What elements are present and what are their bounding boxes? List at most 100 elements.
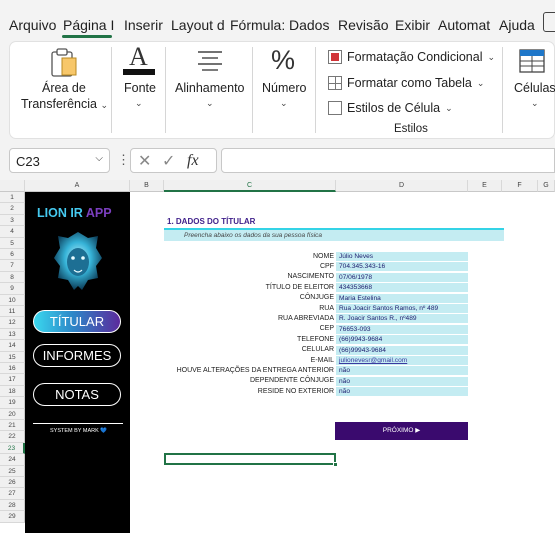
- field-value[interactable]: 76653-093: [336, 324, 468, 334]
- row-header-17[interactable]: 17: [0, 374, 25, 386]
- chevron-down-icon: ⌄: [280, 98, 288, 108]
- row-header-1[interactable]: 1: [0, 192, 25, 204]
- field-value[interactable]: não: [336, 387, 468, 397]
- field-value[interactable]: 704.345.343-16: [336, 262, 468, 272]
- ribbon-separator: [315, 47, 316, 133]
- cell-styles-button[interactable]: Estilos de Célula ⌄: [328, 101, 453, 115]
- row-header-4[interactable]: 4: [0, 226, 25, 238]
- row-header-21[interactable]: 21: [0, 420, 25, 432]
- field-value[interactable]: julionevesr@gmail.com: [336, 356, 468, 365]
- row-header-15[interactable]: 15: [0, 351, 25, 363]
- cancel-icon[interactable]: ✕: [138, 151, 151, 171]
- nav-informes-button[interactable]: INFORMES: [33, 344, 121, 367]
- tab-inserir[interactable]: Inserir: [124, 17, 163, 33]
- row-header-6[interactable]: 6: [0, 249, 25, 261]
- row-header-29[interactable]: 29: [0, 511, 25, 523]
- row-header-16[interactable]: 16: [0, 363, 25, 375]
- select-all-corner[interactable]: [0, 180, 25, 192]
- ribbon-tab-bar: Arquivo Página I Inserir Layout d Fórmul…: [0, 0, 555, 40]
- format-as-table-button[interactable]: Formatar como Tabela ⌄: [328, 76, 484, 90]
- tab-automatizar[interactable]: Automat: [438, 17, 490, 33]
- fill-handle[interactable]: [333, 462, 338, 467]
- field-label: RESIDE NO EXTERIOR: [257, 387, 334, 395]
- conditional-formatting-button[interactable]: Formatação Condicional ⌄: [328, 50, 495, 64]
- field-label: CELULAR: [301, 346, 334, 354]
- tab-revisao[interactable]: Revisão: [338, 17, 389, 33]
- next-button[interactable]: PRÓXIMO ▶: [335, 422, 468, 440]
- row-header-13[interactable]: 13: [0, 328, 25, 341]
- row-header-5[interactable]: 5: [0, 237, 25, 249]
- row-header-9[interactable]: 9: [0, 283, 25, 295]
- column-header-d[interactable]: D: [336, 180, 468, 192]
- field-value[interactable]: Júlio Neves: [336, 252, 468, 261]
- chevron-down-icon: ⌄: [476, 77, 485, 88]
- tab-formulas[interactable]: Fórmula:: [230, 17, 285, 33]
- row-header-22[interactable]: 22: [0, 431, 25, 443]
- row-header-19[interactable]: 19: [0, 397, 25, 409]
- divider: [33, 423, 123, 424]
- field-value[interactable]: não: [336, 366, 468, 376]
- conditional-formatting-label: Formatação Condicional: [347, 50, 483, 64]
- row-header-10[interactable]: 10: [0, 294, 25, 306]
- row-header-2[interactable]: 2: [0, 203, 25, 215]
- tab-ajuda[interactable]: Ajuda: [499, 17, 535, 33]
- row-header-26[interactable]: 26: [0, 477, 25, 489]
- nav-notas-button[interactable]: NOTAS: [33, 383, 121, 406]
- row-header-14[interactable]: 14: [0, 340, 25, 352]
- font-color-bar: [123, 69, 155, 75]
- row-header-18[interactable]: 18: [0, 385, 25, 398]
- formula-input[interactable]: [221, 148, 555, 173]
- field-value[interactable]: (66)99943-9684: [336, 345, 468, 355]
- row-header-3[interactable]: 3: [0, 214, 25, 227]
- row-header-25[interactable]: 25: [0, 465, 25, 477]
- insert-function-icon[interactable]: fx: [187, 152, 199, 170]
- row-header-28[interactable]: 28: [0, 499, 25, 512]
- tab-pagina-inicial[interactable]: Página I: [63, 17, 114, 33]
- tab-dados[interactable]: Dados: [289, 17, 329, 33]
- name-box[interactable]: C23 ⌵: [9, 148, 110, 173]
- formula-buttons: ✕ ✓ fx: [130, 148, 217, 173]
- section-subtitle: Preencha abaixo os dados da sua pessoa f…: [164, 230, 504, 241]
- row-header-8[interactable]: 8: [0, 271, 25, 284]
- chevron-down-icon[interactable]: ⌵: [95, 153, 103, 164]
- ribbon-separator: [252, 47, 253, 133]
- nav-titular-button[interactable]: TÍTULAR: [33, 310, 121, 333]
- system-credit: SYSTEM BY MARK 💙: [50, 428, 108, 434]
- tab-arquivo[interactable]: Arquivo: [9, 17, 56, 33]
- section-title: 1. DADOS DO TÍTULAR: [167, 217, 256, 226]
- column-header-c[interactable]: C: [164, 180, 336, 192]
- comments-icon[interactable]: [543, 12, 555, 32]
- row-header-27[interactable]: 27: [0, 488, 25, 500]
- row-header-23[interactable]: 23: [0, 442, 25, 455]
- ribbon-separator: [502, 47, 503, 133]
- more-options-icon[interactable]: ⋮: [117, 152, 130, 168]
- column-header-g[interactable]: G: [538, 180, 555, 192]
- selected-cell[interactable]: [164, 453, 336, 465]
- ribbon-separator: [111, 47, 112, 133]
- row-header-12[interactable]: 12: [0, 317, 25, 329]
- field-value[interactable]: não: [336, 376, 468, 386]
- column-header-a[interactable]: A: [25, 180, 130, 192]
- row-header-7[interactable]: 7: [0, 260, 25, 272]
- field-value[interactable]: Rua Joacir Santos Ramos, nº 489: [336, 304, 468, 313]
- enter-icon[interactable]: ✓: [162, 151, 175, 171]
- row-header-24[interactable]: 24: [0, 454, 25, 466]
- field-label: NOME: [313, 252, 334, 260]
- ribbon-separator: [165, 47, 166, 133]
- column-header-f[interactable]: F: [502, 180, 538, 192]
- field-label: TÍTULO DE ELEITOR: [265, 283, 334, 291]
- field-value[interactable]: 07/06/1978: [336, 272, 468, 282]
- field-value[interactable]: Maria Estelina: [336, 293, 468, 303]
- styles-group-label: Estilos: [394, 123, 428, 135]
- row-header-11[interactable]: 11: [0, 306, 25, 318]
- chevron-down-icon: ⌄: [531, 98, 539, 108]
- column-header-e[interactable]: E: [468, 180, 502, 192]
- field-value[interactable]: R. Joacir Santos R., nº489: [336, 314, 468, 324]
- row-header-20[interactable]: 20: [0, 408, 25, 420]
- column-header-b[interactable]: B: [130, 180, 164, 192]
- field-value[interactable]: (66)9943-9684: [336, 335, 468, 345]
- alignment-label: Alinhamento: [175, 81, 245, 95]
- tab-exibir[interactable]: Exibir: [395, 17, 430, 33]
- tab-layout[interactable]: Layout d: [171, 17, 225, 33]
- field-value[interactable]: 434353668: [336, 283, 468, 293]
